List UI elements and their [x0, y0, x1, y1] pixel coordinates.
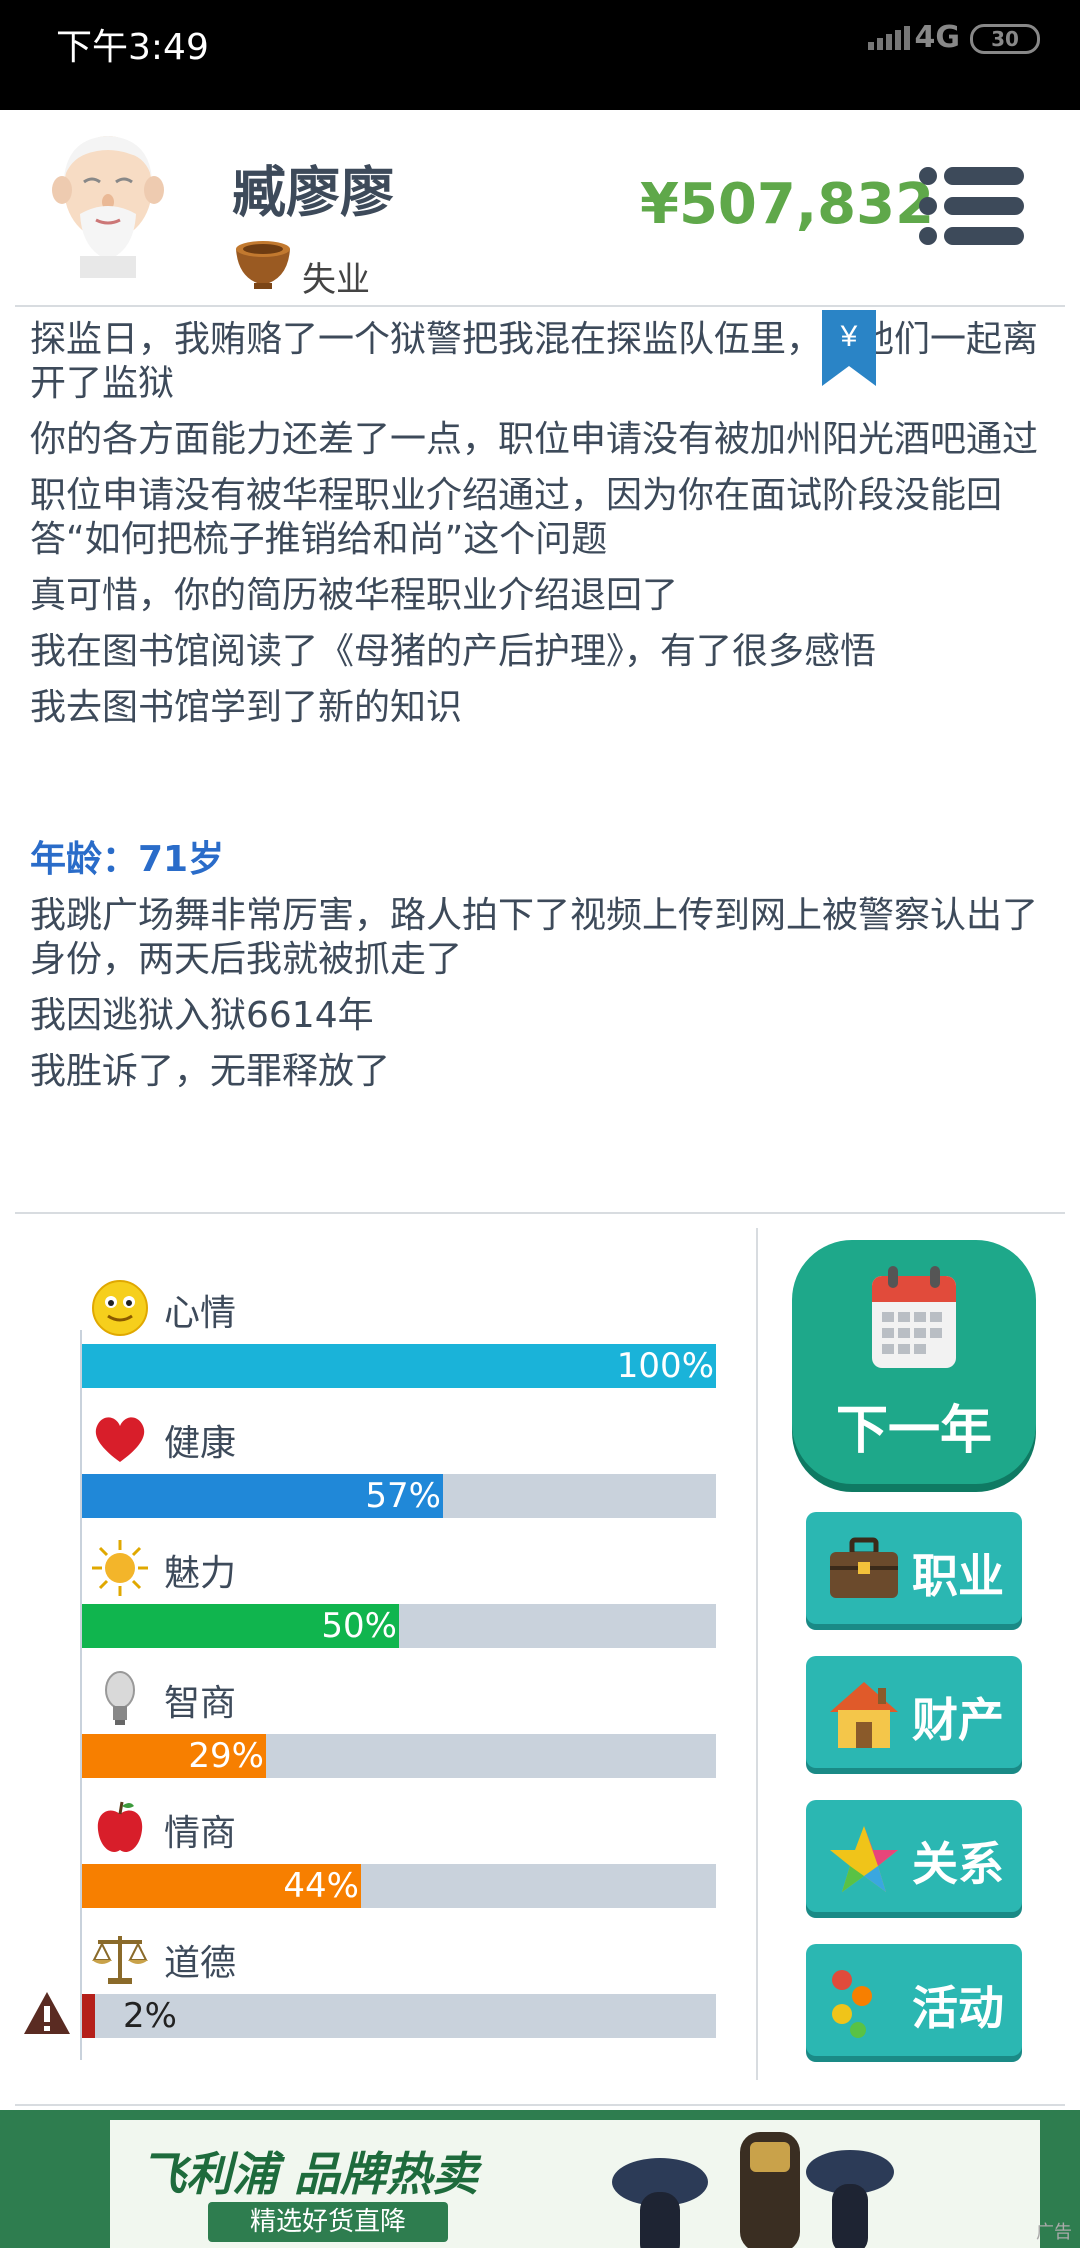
house-icon [830, 1682, 898, 1748]
activities-button[interactable]: 活动 [806, 1944, 1022, 2056]
ad-tag: 广告 [1036, 2222, 1072, 2243]
log-entry: 探监日，我贿赂了一个狱警把我混在探监队伍里，和他们一起离开了监狱 [30, 319, 1039, 404]
log-entry: 真可惜，你的简历被华程职业介绍退回了 [30, 575, 679, 616]
property-button[interactable]: 财产 [806, 1656, 1022, 1768]
stat-value: 50% [321, 1606, 397, 1646]
scale-icon [92, 1936, 148, 1984]
divider [15, 1212, 1065, 1214]
stat-bar: 57% [82, 1474, 716, 1518]
activities-label: 活动 [912, 1981, 1004, 2035]
stat-label: 健康 [164, 1423, 237, 1464]
log-entry: 我跳广场舞非常厉害，路人拍下了视频上传到网上被警察认出了身份，两天后我就被抓走了 [30, 895, 1039, 980]
stat-value: 44% [283, 1866, 359, 1906]
log-entry: 职位申请没有被华程职业介绍通过，因为你在面试阶段没能回答“如何把梳子推销给和尚”… [30, 475, 1003, 560]
stats-axis [80, 1330, 82, 2060]
stat-bar-fill [82, 1994, 95, 2038]
briefcase-icon [830, 1537, 898, 1598]
log-entry: 我去图书馆学到了新的知识 [30, 687, 463, 728]
stat-value: 100% [616, 1346, 714, 1386]
log-entry: 你的各方面能力还差了一点，职位申请没有被加州阳光酒吧通过 [30, 419, 1039, 460]
next-year-button[interactable]: 下一年 [792, 1240, 1036, 1484]
stat-bar: 44% [82, 1864, 716, 1908]
battery-indicator: 30 [970, 24, 1040, 54]
stat-label: 魅力 [164, 1553, 237, 1594]
job-status: 失业 [302, 260, 370, 300]
money-balance: ¥507,832 [640, 172, 935, 237]
stat-bar: 50% [82, 1604, 716, 1648]
stat-value: 57% [365, 1476, 441, 1516]
player-name: 臧廖廖 [232, 161, 394, 224]
event-log: 探监日，我贿赂了一个狱警把我混在探监队伍里，和他们一起离开了监狱 你的各方面能力… [30, 318, 1040, 1106]
stat-value: 29% [188, 1736, 264, 1776]
star-icon [830, 1826, 898, 1892]
molecule-icon [832, 1970, 872, 2038]
ad-title: 飞利浦 品牌热卖 [140, 2147, 479, 2201]
bookmark-symbol: ¥ [840, 320, 858, 353]
player-header: 臧廖廖 失业 ¥507,832 [0, 110, 1080, 306]
shaver-image [612, 2132, 894, 2248]
menu-icon[interactable] [918, 166, 1026, 246]
sun-icon [92, 1540, 148, 1596]
stat-label: 情商 [164, 1813, 237, 1854]
status-bar: 下午3:49 4G 30 [0, 0, 1080, 110]
ad-subtitle: 精选好货直降 [208, 2202, 448, 2242]
stat-bar: 100% [82, 1344, 716, 1388]
stat-value: 2% [123, 1996, 177, 2036]
relations-button[interactable]: 关系 [806, 1800, 1022, 1912]
career-label: 职业 [912, 1549, 1004, 1603]
column-divider [756, 1228, 758, 2080]
signal-icon [868, 26, 910, 50]
money-bookmark-icon[interactable]: ¥ [822, 310, 876, 386]
bulb-icon [105, 1671, 135, 1725]
stat-label: 道德 [164, 1943, 237, 1984]
apple-icon [97, 1801, 143, 1852]
next-year-label: 下一年 [835, 1401, 992, 1461]
stat-bar: 2% [82, 1994, 716, 2038]
age-label: 年龄：71岁 [30, 839, 225, 880]
heart-icon [95, 1417, 145, 1462]
log-entry: 我因逃狱入狱6614年 [30, 995, 374, 1036]
network-indicator: 4G [914, 20, 961, 55]
log-entry: 我在图书馆阅读了《母猪的产后护理》，有了很多感悟 [30, 631, 877, 672]
calendar-icon [872, 1266, 956, 1368]
stat-label: 心情 [164, 1293, 237, 1334]
bowl-icon [236, 241, 290, 289]
divider [15, 305, 1065, 307]
ad-banner[interactable]: 飞利浦 品牌热卖 精选好货直降 广告 [0, 2110, 1080, 2248]
status-time: 下午3:49 [56, 27, 209, 68]
property-label: 财产 [912, 1693, 1004, 1747]
divider [15, 2104, 1065, 2106]
relations-label: 关系 [912, 1837, 1004, 1891]
stat-bar: 29% [82, 1734, 716, 1778]
avatar[interactable] [50, 128, 166, 278]
career-button[interactable]: 职业 [806, 1512, 1022, 1624]
stat-label: 智商 [164, 1683, 237, 1724]
warning-icon[interactable] [22, 1990, 72, 2036]
smiley-icon [92, 1280, 148, 1336]
log-entry: 我胜诉了，无罪释放了 [30, 1051, 391, 1092]
